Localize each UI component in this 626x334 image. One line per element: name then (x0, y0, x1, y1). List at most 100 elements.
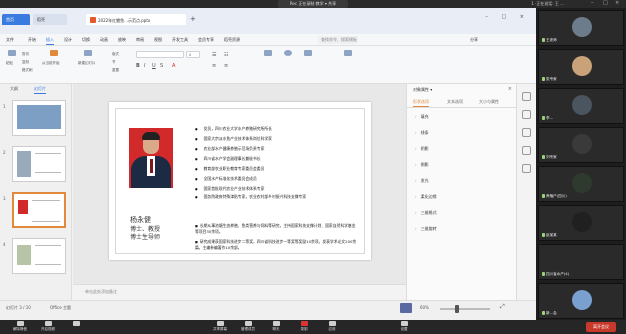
new-slide-button[interactable] (82, 50, 94, 60)
meeting-title[interactable]: Rec 正在录制 教学 ▾ 共享 (278, 0, 348, 8)
paste-button[interactable] (6, 50, 18, 60)
animation-pane-icon[interactable] (522, 110, 531, 119)
maximize-icon[interactable]: □ (603, 1, 608, 6)
menu-design[interactable]: 设计 (64, 36, 72, 44)
zoom-slider[interactable] (440, 308, 490, 310)
camera-button[interactable]: 开启视频 (34, 321, 62, 333)
menu-insert[interactable]: 插入 (46, 36, 54, 45)
record-button[interactable]: 录制 (290, 321, 318, 333)
menu-animation[interactable]: 动画 (100, 36, 108, 44)
format-painter-label[interactable]: 格式刷 (22, 68, 33, 73)
participant-tile[interactable]: 养殖户(四川) (538, 166, 624, 202)
align-left-icon[interactable]: ≡ (212, 63, 216, 69)
tab-active-document[interactable]: 2022年红鲤鱼...示范点.pptx (86, 14, 186, 25)
text-box-button[interactable] (262, 50, 274, 60)
command-search-input[interactable]: 查找命令、搜索模板 (318, 36, 358, 44)
menu-view[interactable]: 视图 (154, 36, 162, 44)
slideshow-play-button[interactable] (400, 303, 412, 313)
close-icon[interactable]: × (508, 86, 512, 92)
fit-window-icon[interactable]: ⤢ (500, 303, 505, 311)
menu-docer-resources[interactable]: 稻壳资源 (224, 36, 240, 44)
cut-label[interactable]: 剪切 (22, 52, 29, 57)
members-button[interactable]: 管理成员 (234, 321, 262, 333)
italic-icon[interactable]: I (144, 63, 145, 69)
find-button[interactable] (342, 50, 354, 60)
mic-button[interactable]: 解除静音 (6, 321, 34, 333)
slide-canvas[interactable]: 杨永健 博士、教授 博士生导师 党员，四川农业大学水产养殖研究所所长 国家大宗淡… (73, 84, 406, 300)
tab-size-properties[interactable]: 大小与属性 (479, 98, 499, 106)
window-controls[interactable]: – □ × (485, 14, 530, 20)
zoom-slider-handle[interactable] (455, 305, 459, 313)
apps-button[interactable]: 应用 (318, 321, 346, 333)
participant-tile[interactable]: 李… (538, 88, 624, 124)
current-slide[interactable]: 杨永健 博士、教授 博士生导师 党员，四川农业大学水产养殖研究所所长 国家大宗淡… (109, 102, 371, 260)
pane-title[interactable]: 对象属性 ▾ (413, 87, 432, 93)
slide-thumbnail-selected[interactable] (12, 192, 66, 228)
section-label[interactable]: 节 (112, 60, 116, 65)
settings-icon[interactable] (522, 146, 531, 155)
menu-transition[interactable]: 切换 (82, 36, 90, 44)
strikethrough-icon[interactable]: S (160, 63, 163, 69)
tab-slides[interactable]: 幻灯片 (34, 85, 46, 94)
menu-developer[interactable]: 开发工具 (172, 36, 188, 44)
numbering-icon[interactable]: ☷ (224, 52, 228, 58)
notes-area[interactable]: 单击此处添加备注 (73, 284, 406, 300)
pane-item-soft-edges[interactable]: 柔化边缘 (415, 194, 437, 200)
layout-label[interactable]: 版式 (112, 52, 119, 57)
help-icon[interactable] (522, 164, 531, 173)
play-from-current-button[interactable] (48, 50, 60, 60)
menu-member[interactable]: 会员专享 (198, 36, 214, 44)
pane-item-reflection[interactable]: 倒影 (415, 162, 429, 168)
pane-item-3d-format[interactable]: 三维格式 (415, 210, 437, 216)
font-color-icon[interactable]: A (172, 63, 175, 69)
reset-label[interactable]: 重置 (112, 68, 119, 73)
participant-tile[interactable]: 张专家 (538, 49, 624, 85)
shapes-button[interactable] (282, 50, 294, 60)
close-icon[interactable]: × (615, 1, 620, 6)
participant-tile[interactable]: 赵某某 (538, 205, 624, 241)
menu-review[interactable]: 审阅 (136, 36, 144, 44)
portrait-photo[interactable] (129, 128, 173, 188)
properties-icon[interactable] (522, 92, 531, 101)
leave-meeting-button[interactable]: 离开会议 (586, 322, 616, 332)
new-tab-icon[interactable]: + (190, 14, 196, 25)
arrange-button[interactable] (302, 50, 314, 60)
participant-tile[interactable]: 四川省水产(4) (538, 244, 624, 280)
chat-button[interactable]: 聊天 (262, 321, 290, 333)
share-button[interactable]: 分享 (470, 36, 478, 44)
pane-item-line[interactable]: 线条 (415, 130, 429, 136)
bullets-icon[interactable]: ☰ (212, 52, 216, 58)
bold-icon[interactable]: B (136, 63, 140, 69)
slide-thumbnail[interactable] (12, 146, 66, 182)
pane-item-shadow[interactable]: 阴影 (415, 146, 429, 152)
participant-name: 王老师 (542, 38, 557, 43)
font-name-select[interactable] (136, 51, 184, 58)
menu-slideshow[interactable]: 放映 (118, 36, 126, 44)
font-size-select[interactable]: 0 (186, 51, 200, 58)
tab-home[interactable]: 首页 (2, 14, 30, 25)
tab-text-options[interactable]: 文本选项 (447, 98, 463, 106)
participant-tile[interactable]: 新…会 (538, 283, 624, 319)
pane-item-3d-rotation[interactable]: 三维旋转 (415, 226, 437, 232)
minimize-icon[interactable]: – (591, 1, 596, 6)
tab-docer[interactable]: 稻壳 (33, 14, 67, 25)
underline-icon[interactable]: U (152, 63, 156, 69)
participant-tile[interactable]: 王老师 (538, 10, 624, 46)
share-button[interactable] (62, 321, 90, 333)
pane-item-glow[interactable]: 发光 (415, 178, 429, 184)
tab-shape-options[interactable]: 形状选项 (413, 98, 429, 107)
align-center-icon[interactable]: ≡ (224, 63, 228, 69)
menu-file[interactable]: 文件 (6, 36, 14, 44)
settings-button[interactable]: 设置 (390, 321, 418, 333)
pane-item-fill[interactable]: 填充 (415, 114, 429, 120)
slide-thumbnail[interactable] (12, 100, 66, 136)
selection-pane-icon[interactable] (522, 128, 531, 137)
screen-share-button[interactable]: 共享屏幕 (206, 321, 234, 333)
participant-tile[interactable]: 刘专家 (538, 127, 624, 163)
zoom-level[interactable]: 60% (420, 305, 429, 310)
copy-label[interactable]: 复制 (22, 60, 29, 65)
slide-thumbnail[interactable] (12, 238, 66, 274)
participant-name: 赵某某 (542, 233, 557, 238)
menu-home[interactable]: 开始 (28, 36, 36, 44)
tab-outline[interactable]: 大纲 (10, 85, 18, 93)
